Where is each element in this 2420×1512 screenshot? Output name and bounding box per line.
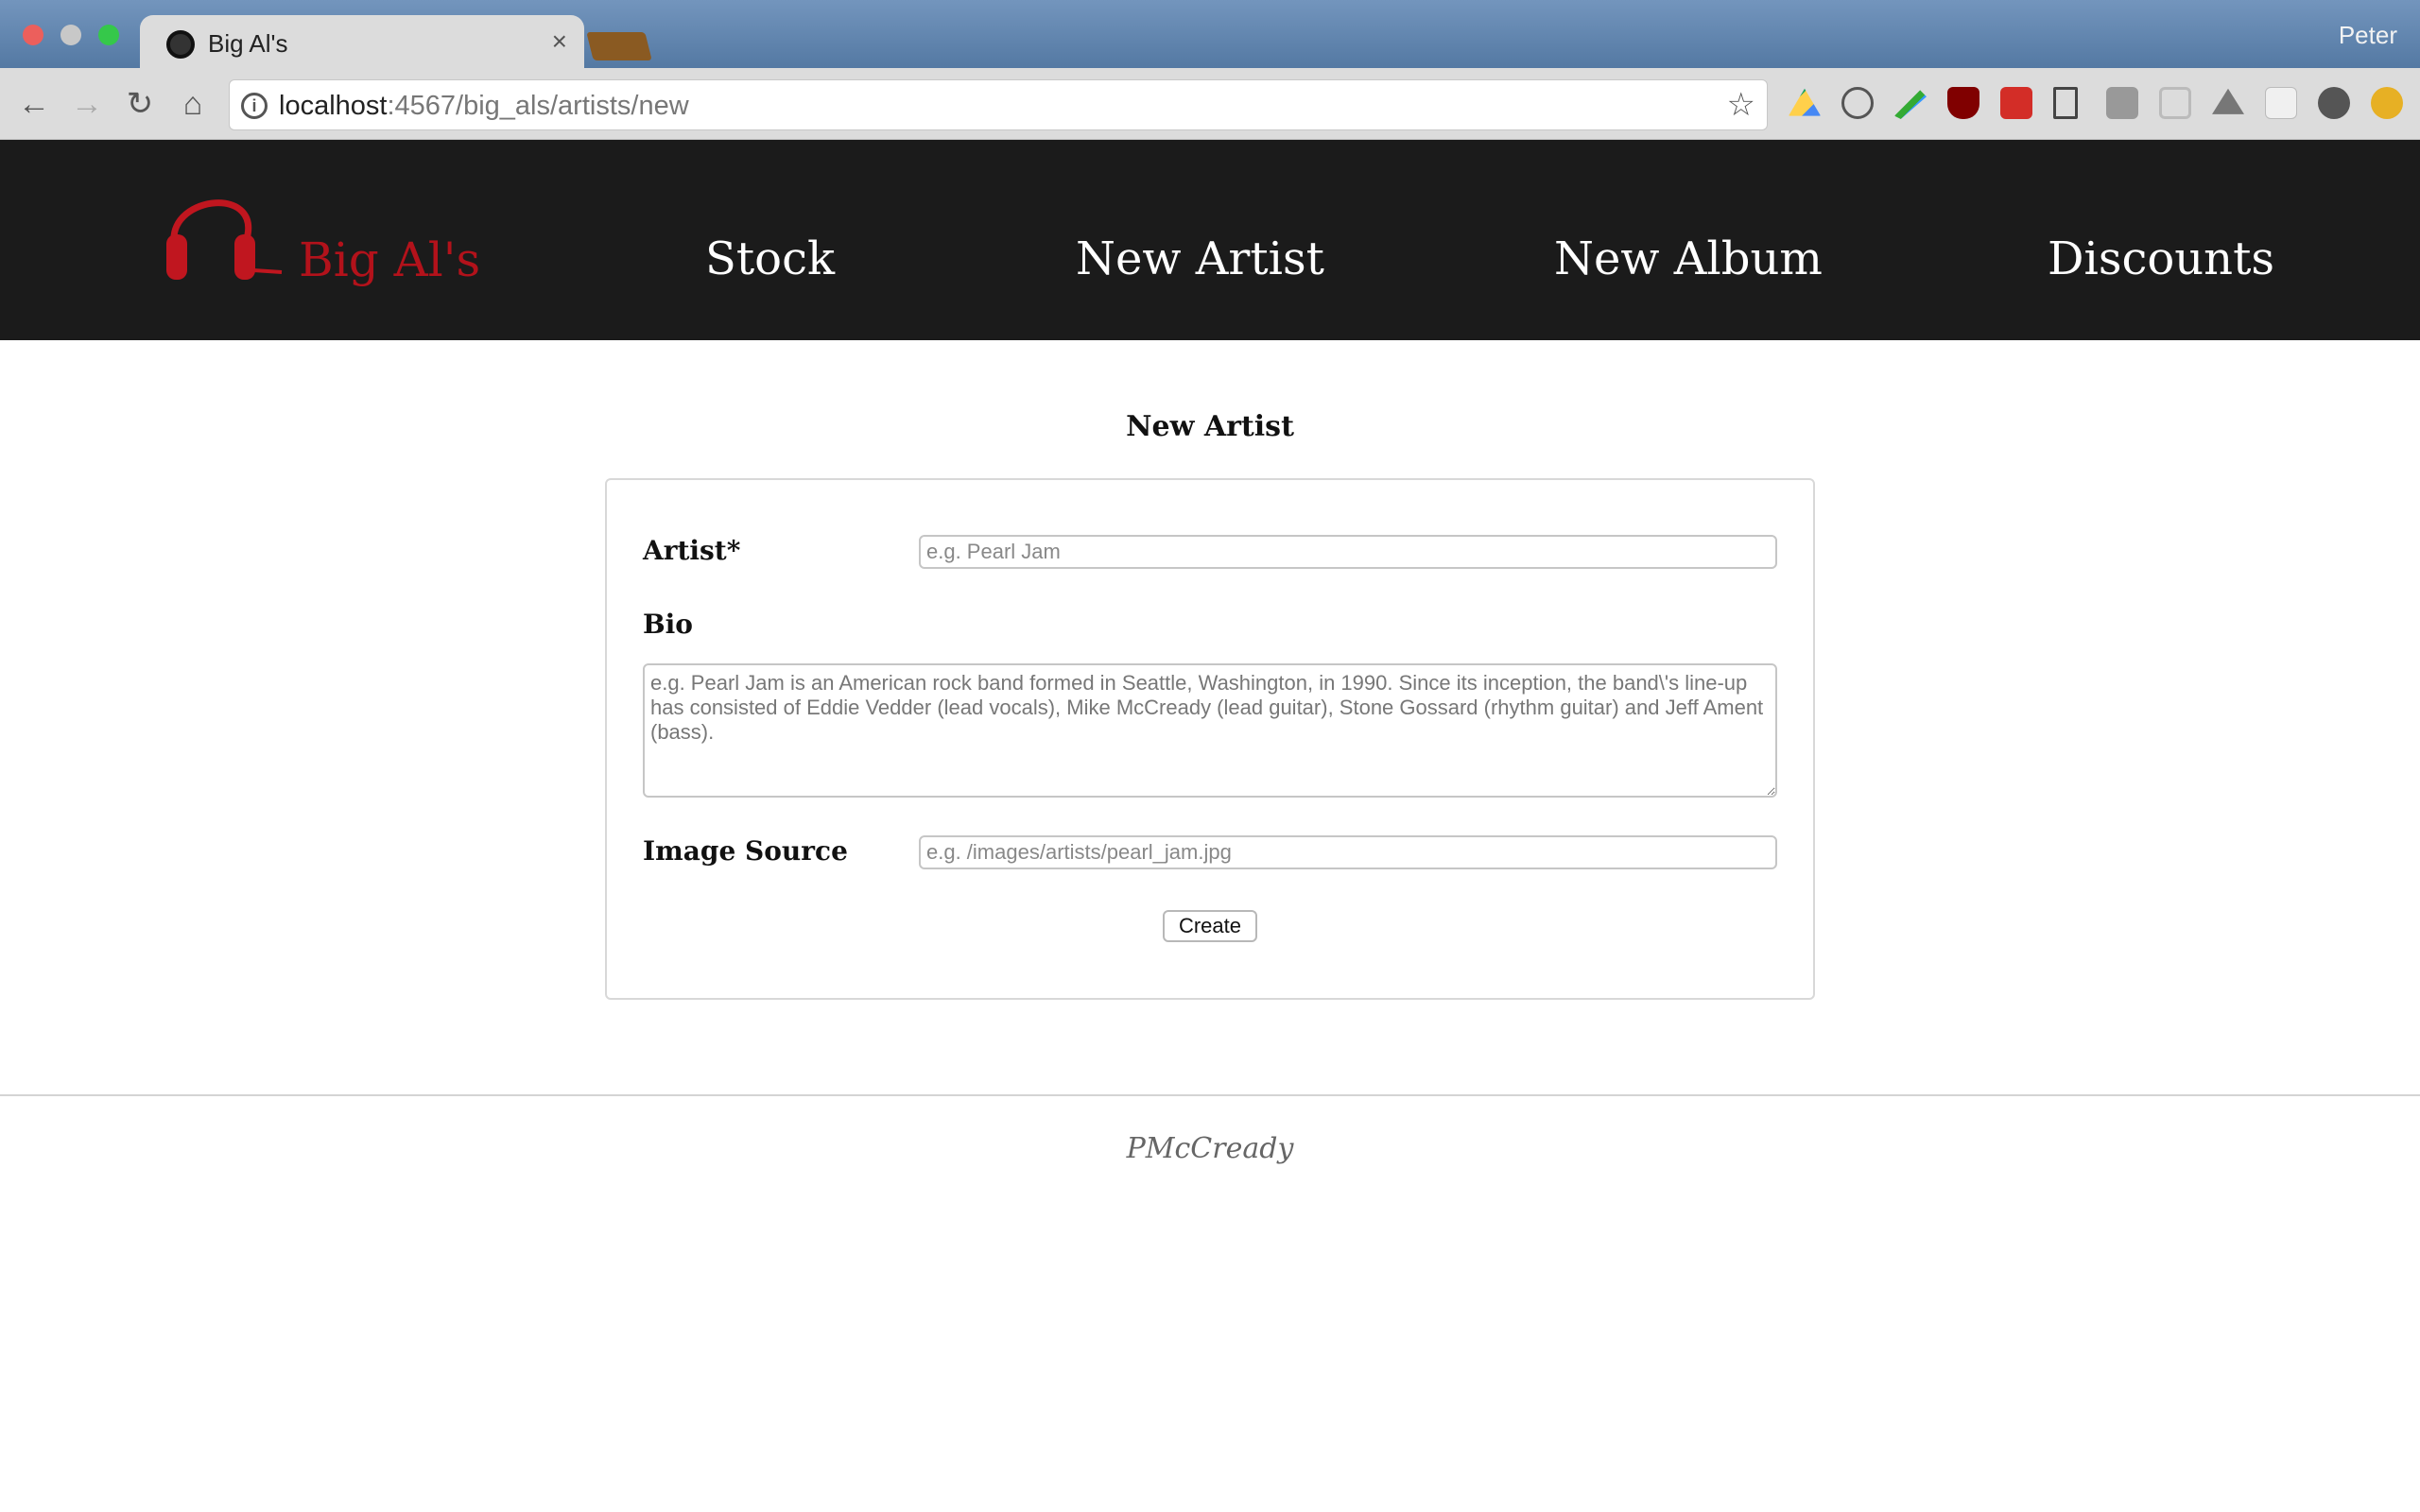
new-tab-button[interactable]: [586, 32, 652, 60]
pen-extension-icon[interactable]: [1894, 90, 1927, 119]
footer-signature: PMcCready: [1126, 1132, 1294, 1165]
bio-label: Bio: [643, 609, 693, 640]
url-text: localhost:4567/big_als/artists/new: [279, 91, 689, 122]
alert-extension-icon[interactable]: [2371, 87, 2403, 119]
url-host: localhost: [279, 91, 388, 121]
lastpass-icon[interactable]: [2000, 87, 2032, 119]
address-bar[interactable]: i localhost:4567/big_als/artists/new ☆: [229, 79, 1768, 130]
drive-alt-icon[interactable]: [2212, 88, 2244, 114]
reload-icon[interactable]: ↻: [121, 85, 159, 123]
maximize-window-button[interactable]: [98, 25, 119, 45]
artist-label: Artist*: [643, 535, 741, 566]
image-source-label: Image Source: [643, 835, 848, 867]
browser-tab[interactable]: Big Al's ×: [140, 15, 584, 70]
footer-divider: [0, 1094, 2420, 1096]
nav-new-artist[interactable]: New Artist: [1076, 232, 1324, 285]
back-icon[interactable]: ←: [15, 85, 53, 123]
minimize-window-button[interactable]: [60, 25, 81, 45]
create-button[interactable]: Create: [1163, 910, 1257, 942]
settings-extension-icon[interactable]: [2318, 87, 2350, 119]
brand-name[interactable]: Big Al's: [299, 232, 480, 287]
home-icon[interactable]: ⌂: [174, 85, 212, 123]
ublock-icon[interactable]: [1947, 87, 1979, 119]
page-title: New Artist: [1126, 410, 1294, 443]
browser-toolbar: ← → ↻ ⌂ i localhost:4567/big_als/artists…: [0, 68, 2420, 140]
nav-new-album[interactable]: New Album: [1554, 232, 1823, 285]
tab-close-icon[interactable]: ×: [552, 26, 567, 57]
d-extension-icon[interactable]: [1841, 87, 1874, 119]
forward-icon[interactable]: →: [68, 85, 106, 123]
url-path: :4567/big_als/artists/new: [387, 91, 689, 121]
page-icon[interactable]: [2053, 87, 2078, 119]
bookmark-star-icon[interactable]: ☆: [1727, 86, 1755, 124]
nav-stock[interactable]: Stock: [705, 232, 835, 285]
window-icon[interactable]: [2106, 87, 2138, 119]
tab-title: Big Al's: [208, 29, 288, 58]
google-drive-icon[interactable]: [1789, 88, 1821, 116]
close-window-button[interactable]: [23, 25, 43, 45]
artist-input[interactable]: [919, 535, 1777, 569]
image-source-input[interactable]: [919, 835, 1777, 869]
blank-extension-icon[interactable]: [2265, 87, 2297, 119]
nav-discounts[interactable]: Discounts: [2048, 232, 2274, 285]
profile-name[interactable]: Peter: [2339, 21, 2397, 50]
bio-textarea[interactable]: [643, 663, 1777, 798]
info-icon[interactable]: i: [241, 93, 268, 119]
headphones-logo-icon[interactable]: [161, 176, 284, 289]
headphones-favicon-icon: [166, 30, 195, 59]
browser-titlebar: Big Al's × Peter: [0, 0, 2420, 70]
cast-icon[interactable]: [2159, 87, 2191, 119]
